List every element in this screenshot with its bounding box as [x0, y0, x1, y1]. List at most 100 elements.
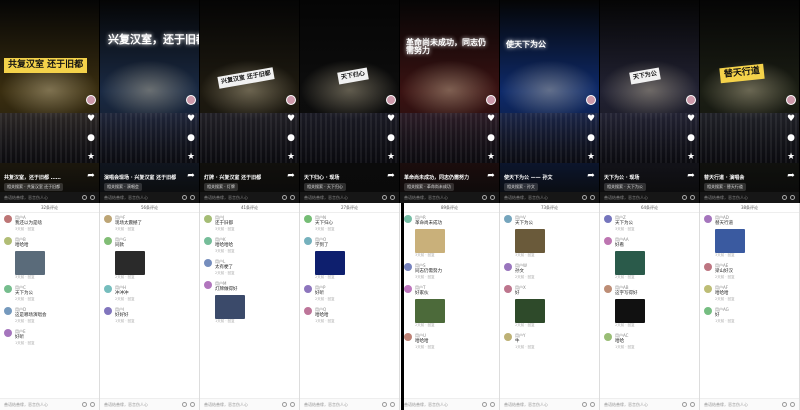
- related-search[interactable]: 相关搜索 · 替天行道: [704, 183, 746, 191]
- share-icon[interactable]: ➦: [587, 172, 596, 181]
- comment-icon[interactable]: ●: [387, 134, 396, 143]
- video-panel[interactable]: 天下为公 ♥ ● ★ ➦ 天下为公 · 现场 相关搜索 · 天下为公 善语结善缘…: [600, 0, 700, 203]
- comment-footer[interactable]: 善语结善缘，恶言伤人心: [500, 398, 599, 410]
- avatar[interactable]: [704, 215, 712, 223]
- comment-footer[interactable]: 善语结善缘，恶言伤人心: [200, 398, 299, 410]
- emoji-icon[interactable]: [590, 402, 595, 407]
- at-icon[interactable]: [482, 195, 487, 200]
- emoji-icon[interactable]: [390, 195, 395, 200]
- at-icon[interactable]: [582, 195, 587, 200]
- avatar[interactable]: [704, 307, 712, 315]
- avatar[interactable]: [504, 285, 512, 293]
- at-icon[interactable]: [182, 402, 187, 407]
- related-search[interactable]: 相关搜索 · 灯牌: [204, 183, 238, 191]
- share-icon[interactable]: ➦: [387, 172, 396, 181]
- comment-input[interactable]: 善语结善缘，恶言伤人心: [4, 195, 79, 201]
- comment-input[interactable]: 善语结善缘，恶言伤人心: [4, 402, 79, 408]
- video-panel[interactable]: 革命尚未成功，同志仍需努力 ♥ ● ★ ➦ 革命尚未成功，同志仍需努力 相关搜索…: [400, 0, 500, 203]
- comment-bar[interactable]: 善语结善缘，恶言伤人心: [700, 192, 799, 203]
- star-icon[interactable]: ★: [587, 153, 596, 162]
- avatar[interactable]: [386, 95, 396, 105]
- comment-input[interactable]: 善语结善缘，恶言伤人心: [304, 195, 379, 201]
- avatar[interactable]: [704, 285, 712, 293]
- avatar[interactable]: [304, 215, 312, 223]
- comment-image[interactable]: [315, 251, 345, 275]
- star-icon[interactable]: ★: [187, 153, 196, 162]
- at-icon[interactable]: [682, 195, 687, 200]
- related-search[interactable]: 相关搜索 · 天下归心: [304, 183, 346, 191]
- comment-footer[interactable]: 善语结善缘，恶言伤人心: [100, 398, 199, 410]
- avatar[interactable]: [504, 333, 512, 341]
- avatar[interactable]: [604, 285, 612, 293]
- avatar[interactable]: [286, 95, 296, 105]
- at-icon[interactable]: [82, 195, 87, 200]
- avatar[interactable]: [104, 307, 112, 315]
- video-panel[interactable]: 天下归心 ♥ ● ★ ➦ 天下归心 · 现场 相关搜索 · 天下归心 善语结善缘…: [300, 0, 400, 203]
- like-icon[interactable]: ♥: [587, 115, 596, 124]
- like-icon[interactable]: ♥: [87, 115, 96, 124]
- at-icon[interactable]: [382, 402, 387, 407]
- comment-input[interactable]: 善语结善缘，恶言伤人心: [504, 195, 579, 201]
- star-icon[interactable]: ★: [487, 153, 496, 162]
- related-search[interactable]: 相关搜索 · 共复汉室 还于旧都: [4, 183, 64, 191]
- emoji-icon[interactable]: [690, 402, 695, 407]
- at-icon[interactable]: [782, 402, 787, 407]
- at-icon[interactable]: [582, 402, 587, 407]
- comment-icon[interactable]: ●: [587, 134, 596, 143]
- video-panel[interactable]: 兴复汉室 还于旧都 ♥ ● ★ ➦ 灯牌 · 兴复汉室 还于旧都 相关搜索 · …: [200, 0, 300, 203]
- avatar[interactable]: [504, 215, 512, 223]
- avatar[interactable]: [4, 307, 12, 315]
- comment-bar[interactable]: 善语结善缘，恶言伤人心: [500, 192, 599, 203]
- avatar[interactable]: [404, 263, 412, 271]
- like-icon[interactable]: ♥: [387, 115, 396, 124]
- comment-footer[interactable]: 善语结善缘，恶言伤人心: [700, 398, 799, 410]
- like-icon[interactable]: ♥: [687, 115, 696, 124]
- comment-image[interactable]: [15, 251, 45, 275]
- comment-bar[interactable]: 善语结善缘，恶言伤人心: [0, 192, 99, 203]
- star-icon[interactable]: ★: [787, 153, 796, 162]
- related-search[interactable]: 相关搜索 · 天下为公: [604, 183, 646, 191]
- comment-icon[interactable]: ●: [787, 134, 796, 143]
- share-icon[interactable]: ➦: [687, 172, 696, 181]
- avatar[interactable]: [704, 263, 712, 271]
- star-icon[interactable]: ★: [387, 153, 396, 162]
- emoji-icon[interactable]: [790, 195, 795, 200]
- video-panel[interactable]: 替天行道 ♥ ● ★ ➦ 替天行道 · 演唱会 相关搜索 · 替天行道 善语结善…: [700, 0, 800, 203]
- like-icon[interactable]: ♥: [487, 115, 496, 124]
- star-icon[interactable]: ★: [287, 153, 296, 162]
- avatar[interactable]: [204, 259, 212, 267]
- comment-image[interactable]: [615, 251, 645, 275]
- avatar[interactable]: [86, 95, 96, 105]
- emoji-icon[interactable]: [190, 195, 195, 200]
- star-icon[interactable]: ★: [687, 153, 696, 162]
- emoji-icon[interactable]: [390, 402, 395, 407]
- related-search[interactable]: 相关搜索 · 孙文: [504, 183, 538, 191]
- comment-icon[interactable]: ●: [287, 134, 296, 143]
- comment-input[interactable]: 善语结善缘，恶言伤人心: [504, 402, 579, 408]
- at-icon[interactable]: [282, 402, 287, 407]
- emoji-icon[interactable]: [90, 195, 95, 200]
- like-icon[interactable]: ♥: [287, 115, 296, 124]
- at-icon[interactable]: [182, 195, 187, 200]
- comment-footer[interactable]: 善语结善缘，恶言伤人心: [600, 398, 699, 410]
- emoji-icon[interactable]: [190, 402, 195, 407]
- star-icon[interactable]: ★: [87, 153, 96, 162]
- avatar[interactable]: [186, 95, 196, 105]
- avatar[interactable]: [604, 215, 612, 223]
- emoji-icon[interactable]: [790, 402, 795, 407]
- comment-input[interactable]: 善语结善缘，恶言伤人心: [104, 195, 179, 201]
- comment-input[interactable]: 善语结善缘，恶言伤人心: [604, 195, 679, 201]
- related-search[interactable]: 相关搜索 · 演唱会: [104, 183, 142, 191]
- comment-bar[interactable]: 善语结善缘，恶言伤人心: [400, 192, 499, 203]
- comment-bar[interactable]: 善语结善缘，恶言伤人心: [300, 192, 399, 203]
- emoji-icon[interactable]: [490, 195, 495, 200]
- emoji-icon[interactable]: [590, 195, 595, 200]
- avatar[interactable]: [586, 95, 596, 105]
- avatar[interactable]: [486, 95, 496, 105]
- avatar[interactable]: [604, 237, 612, 245]
- comment-footer[interactable]: 善语结善缘，恶言伤人心: [0, 398, 99, 410]
- comment-input[interactable]: 善语结善缘，恶言伤人心: [204, 402, 279, 408]
- avatar[interactable]: [204, 237, 212, 245]
- share-icon[interactable]: ➦: [787, 172, 796, 181]
- avatar[interactable]: [4, 329, 12, 337]
